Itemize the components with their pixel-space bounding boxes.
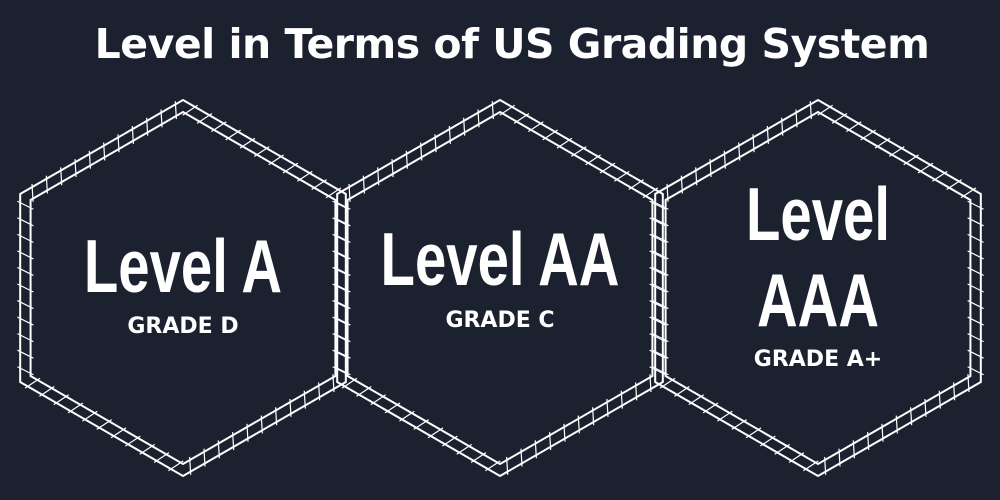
hexagon-tick xyxy=(874,137,891,149)
hexagon-tick xyxy=(110,427,127,439)
level-label: Level A xyxy=(84,225,282,309)
hexagon-tick xyxy=(211,121,227,133)
hexagon-tick xyxy=(82,410,98,422)
hexagon-tick xyxy=(674,385,690,397)
hexagon-tick xyxy=(499,104,515,116)
hexagon-tick xyxy=(182,104,198,116)
hexagon-tick xyxy=(803,460,819,472)
hexagon-tick xyxy=(153,452,170,464)
hexagon-tick xyxy=(399,410,415,422)
hexagon-tick xyxy=(528,121,544,133)
hexagon-tick xyxy=(413,419,429,430)
hexagon-tick xyxy=(774,443,790,455)
level-label: Level xyxy=(746,173,890,257)
hexagon-tick xyxy=(268,154,284,166)
level-hexagon: Level A GRADE D xyxy=(17,98,349,478)
level-hexagons: Level A GRADE D Level AA GRADE C LevelAAA GRA… xyxy=(17,98,984,478)
hexagon-tick xyxy=(613,170,630,182)
level-hexagon: LevelAAA GRADE A+ xyxy=(652,98,984,478)
hexagon-tick xyxy=(384,402,401,414)
level-label: Level AA xyxy=(381,218,620,302)
hexagon-tick xyxy=(585,154,601,166)
hexagon-tick xyxy=(168,460,184,472)
level-label: AAA xyxy=(757,259,879,343)
hexagon-tick xyxy=(717,410,733,422)
hexagon-tick xyxy=(239,137,256,149)
hexagon-tick xyxy=(688,394,705,406)
hexagon-tick xyxy=(946,179,962,191)
hexagon-tick xyxy=(731,419,747,430)
hexagon-tick xyxy=(67,402,84,414)
hexagon-tick xyxy=(225,129,241,141)
level-hexagon: Level AA GRADE C xyxy=(334,98,666,478)
hexagon-tick xyxy=(628,179,644,191)
grade-label: GRADE A+ xyxy=(754,347,882,372)
hexagon-tick xyxy=(53,394,70,406)
hexagon-tick xyxy=(282,162,299,174)
hexagon-tick xyxy=(485,460,501,472)
hexagon-tick xyxy=(513,112,530,124)
hexagon-tick xyxy=(456,443,472,455)
hexagon-tick xyxy=(599,162,616,174)
hexagon-tick xyxy=(960,187,977,199)
hexagon-tick xyxy=(125,435,141,447)
hexagon-tick xyxy=(296,170,313,182)
hexagon-tick xyxy=(931,170,948,182)
hexagon-tick xyxy=(745,427,762,439)
hexagon-tick xyxy=(39,385,55,397)
hexagon-tick xyxy=(860,129,876,141)
hexagon-tick xyxy=(254,146,270,157)
hexagon-tick xyxy=(571,146,587,157)
hexagon-tick xyxy=(196,112,213,124)
hexagon-tick xyxy=(24,377,41,389)
hexagon-tick xyxy=(442,435,458,447)
hexagon-tick xyxy=(760,435,776,447)
hexagon-tick xyxy=(846,121,862,133)
hexagon-tick xyxy=(556,137,573,149)
hexagon-tick xyxy=(139,443,155,455)
hexagon-tick xyxy=(356,385,372,397)
hexagon-tick xyxy=(311,179,327,191)
hexagon-tick xyxy=(817,104,833,116)
hexagon-tick xyxy=(542,129,558,141)
hexagon-tick xyxy=(470,452,487,464)
hexagon-tick xyxy=(889,146,905,157)
hexagon-tick xyxy=(370,394,387,406)
hexagon-tick xyxy=(917,162,934,174)
hexagon-tick xyxy=(788,452,805,464)
hexagon-tick xyxy=(702,402,719,414)
hexagon-tick xyxy=(427,427,444,439)
hexagon-tick xyxy=(96,419,112,430)
hexagon-tick xyxy=(831,112,848,124)
grade-label: GRADE D xyxy=(127,314,238,339)
hexagon-tick xyxy=(903,154,919,166)
grade-label: GRADE C xyxy=(445,308,554,333)
